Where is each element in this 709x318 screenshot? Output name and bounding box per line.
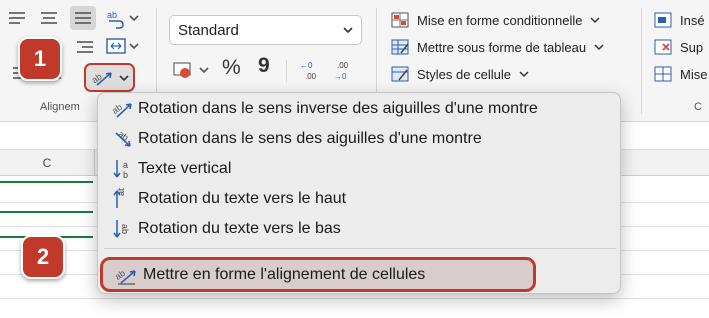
merge-cells-icon[interactable] — [104, 36, 142, 58]
format-as-table-button[interactable]: Mettre sous forme de tableau — [391, 39, 604, 55]
conditional-format-label: Mise en forme conditionnelle — [417, 12, 583, 28]
percent-button[interactable]: % — [222, 56, 241, 80]
menu-item-rotate-ccw[interactable]: ab Rotation dans le sens inverse des aig… — [112, 95, 538, 123]
insert-cells-label: Insé — [680, 12, 705, 28]
cell-styles-label: Styles de cellule — [417, 66, 511, 82]
format-cells-button[interactable]: Mise — [654, 66, 707, 82]
conditional-format-button[interactable]: Mise en forme conditionnelle — [391, 12, 601, 28]
menu-item-label: Rotation du texte vers le haut — [138, 190, 347, 207]
svg-text:ab: ab — [112, 102, 124, 116]
format-alignment-icon: ab — [115, 264, 137, 286]
insert-cells-icon — [654, 12, 672, 28]
svg-text:a: a — [123, 160, 128, 170]
rotate-cw-icon: ab — [112, 128, 134, 150]
chevron-down-icon — [118, 74, 129, 82]
cell-styles-button[interactable]: Styles de cellule — [391, 66, 529, 82]
svg-text:ab: ab — [116, 188, 126, 196]
svg-text:.00: .00 — [337, 61, 349, 70]
number-format-select[interactable]: Standard — [169, 15, 362, 45]
svg-text:ab: ab — [120, 224, 130, 234]
svg-text:→0: →0 — [334, 72, 347, 81]
column-header-c[interactable]: C — [0, 150, 95, 176]
step-badge-1: 1 — [18, 37, 62, 81]
orientation-menu: ab Rotation dans le sens inverse des aig… — [97, 92, 621, 294]
menu-item-label: Mettre en forme l'alignement de cellules — [143, 265, 426, 283]
grid-line — [0, 298, 709, 299]
menu-item-rotate-cw[interactable]: ab Rotation dans le sens des aiguilles d… — [112, 125, 482, 153]
conditional-format-icon — [391, 12, 409, 28]
ribbon-separator — [641, 8, 642, 114]
delete-cells-button[interactable]: Sup — [654, 39, 703, 55]
format-cells-icon — [654, 66, 672, 82]
align-top-icon[interactable] — [6, 8, 28, 28]
align-bottom-icon[interactable] — [70, 6, 96, 30]
chevron-down-icon — [343, 26, 353, 34]
cells-group-label: C — [694, 101, 702, 113]
format-cells-label: Mise — [680, 66, 708, 82]
menu-item-rotate-up[interactable]: ab Rotation du texte vers le haut — [112, 185, 346, 213]
accounting-format-button[interactable] — [172, 58, 212, 82]
cell-styles-icon — [391, 66, 409, 82]
menu-item-vertical-text[interactable]: ab Texte vertical — [112, 155, 231, 183]
svg-text:ab: ab — [107, 10, 117, 20]
svg-text:ab: ab — [91, 71, 104, 85]
menu-item-label: Rotation du texte vers le bas — [138, 220, 341, 237]
menu-item-rotate-down[interactable]: ab Rotation du texte vers le bas — [112, 215, 341, 243]
chevron-down-icon — [519, 70, 529, 78]
increase-decimal-icon[interactable]: ←0.00 — [300, 56, 326, 84]
rotate-down-icon: ab — [112, 218, 134, 240]
ribbon-separator — [286, 60, 287, 82]
chevron-down-icon — [590, 16, 601, 24]
orientation-button[interactable]: ab — [84, 63, 135, 92]
rotate-up-icon: ab — [112, 188, 134, 210]
align-middle-icon[interactable] — [38, 8, 60, 28]
format-table-icon — [391, 39, 409, 55]
chevron-down-icon — [594, 43, 604, 51]
svg-text:.00: .00 — [305, 72, 317, 81]
align-right-icon[interactable] — [74, 38, 96, 56]
selection-border — [0, 181, 93, 183]
vertical-text-icon: ab — [112, 158, 134, 180]
menu-item-label: Rotation dans le sens inverse des aiguil… — [138, 100, 538, 117]
decrease-decimal-icon[interactable]: .00 →0 — [334, 56, 360, 84]
delete-cells-icon — [654, 39, 672, 55]
orientation-icon: ab — [91, 68, 115, 88]
alignment-group-label: Alignem — [40, 101, 80, 113]
menu-item-format-alignment[interactable]: ab Mettre en forme l'alignement de cellu… — [100, 257, 536, 292]
svg-text:b: b — [123, 170, 128, 180]
comma-style-button[interactable]: 9 — [258, 54, 270, 78]
menu-separator — [104, 248, 616, 249]
selection-border — [0, 211, 93, 213]
format-as-table-label: Mettre sous forme de tableau — [417, 39, 587, 55]
insert-cells-button[interactable]: Insé — [654, 12, 705, 28]
delete-cells-label: Sup — [680, 39, 704, 55]
wrap-text-icon[interactable]: ab — [104, 6, 142, 30]
menu-item-label: Texte vertical — [138, 160, 232, 177]
step-badge-2: 2 — [21, 235, 65, 279]
number-format-value: Standard — [178, 21, 239, 39]
rotate-ccw-icon: ab — [112, 98, 134, 120]
menu-item-label: Rotation dans le sens des aiguilles d'un… — [138, 130, 482, 147]
svg-text:←0: ←0 — [300, 61, 313, 70]
